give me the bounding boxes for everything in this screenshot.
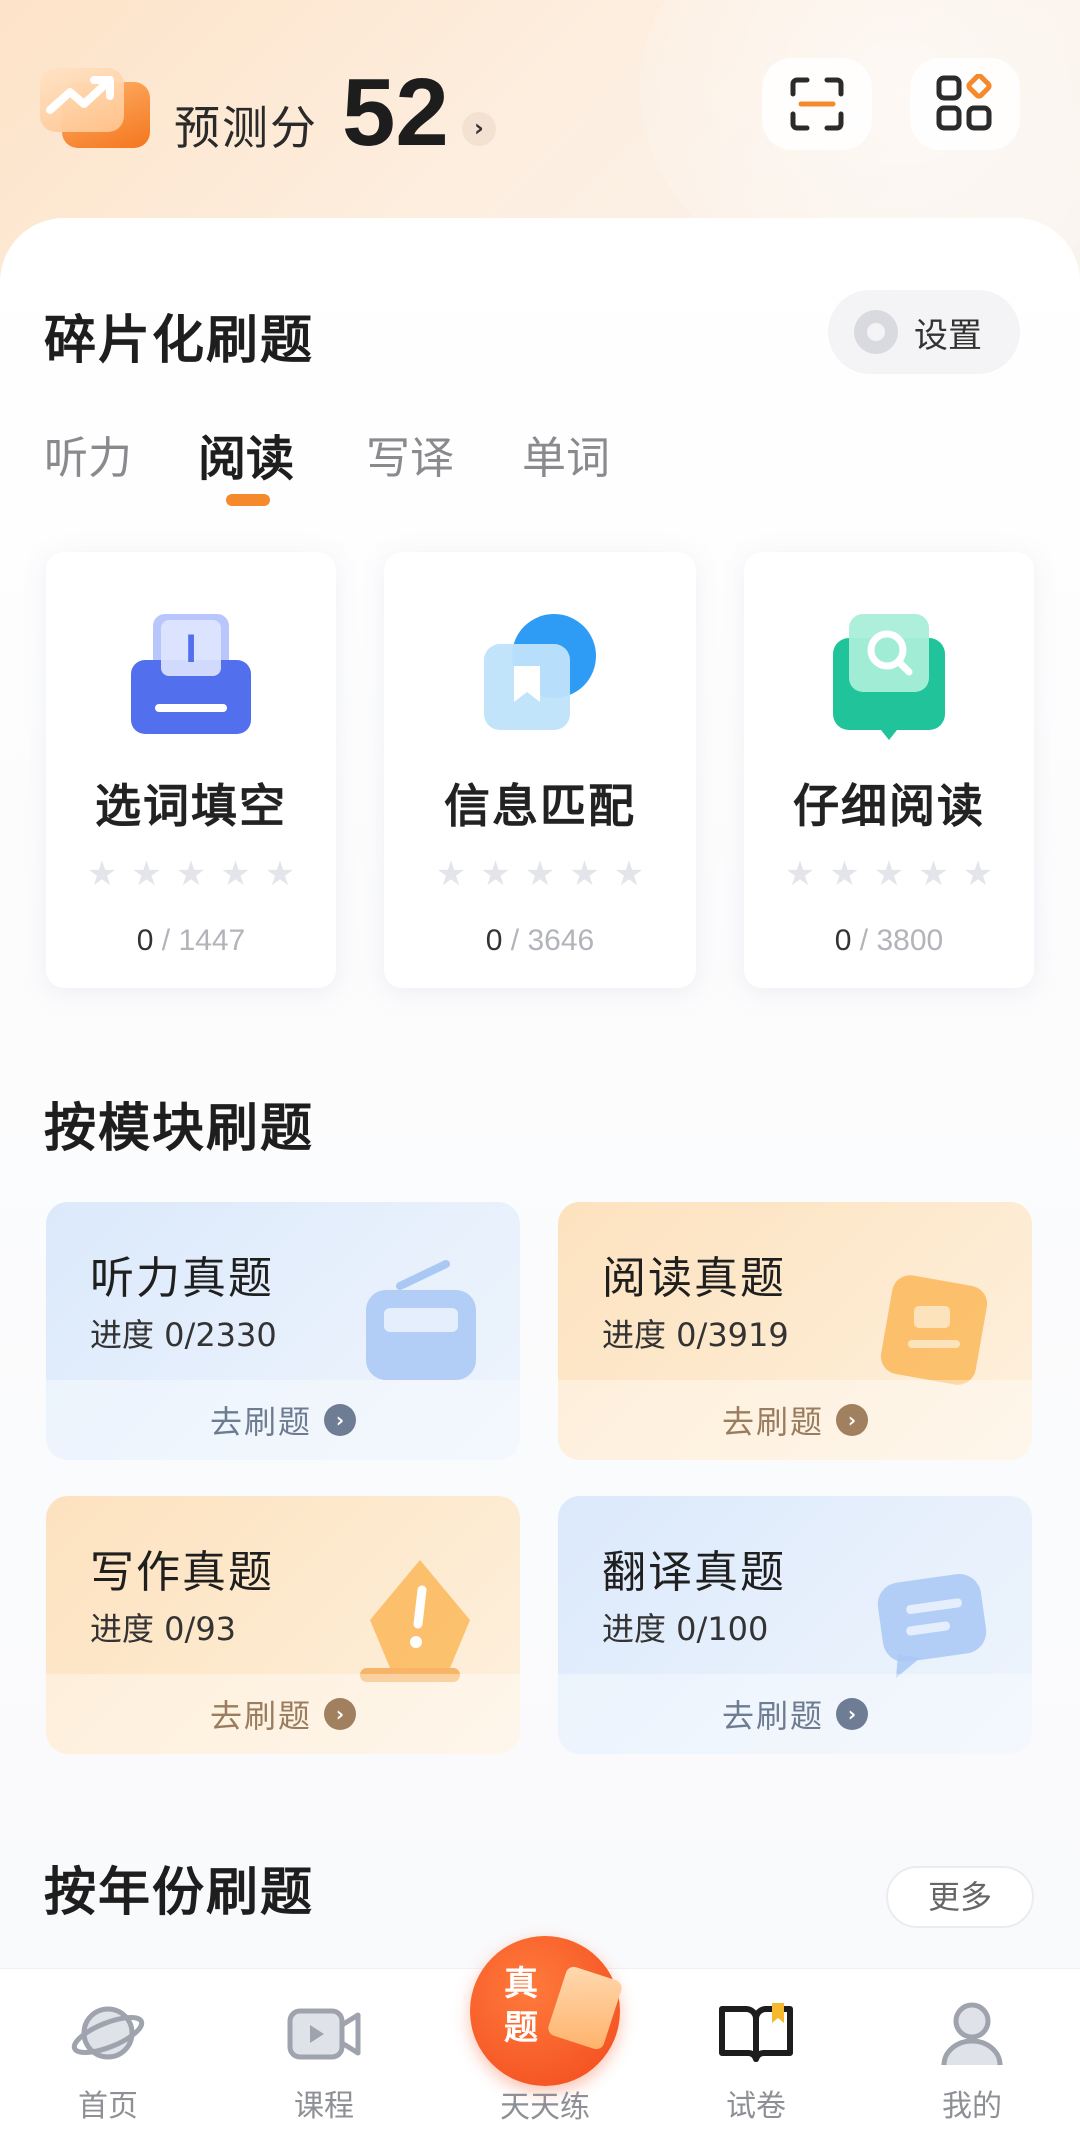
text-input-icon: I bbox=[131, 614, 251, 734]
nav-courses[interactable]: 课程 bbox=[244, 1969, 404, 2137]
chat-bubble-icon bbox=[877, 1573, 987, 1678]
module-progress: 进度 0/2330 bbox=[90, 1316, 277, 1354]
rating-stars: ★★★★★ bbox=[784, 854, 1008, 894]
fragment-card-word-fill[interactable]: I 选词填空 ★★★★★ 0 / 1447 bbox=[46, 552, 336, 988]
card-progress: 0 / 3646 bbox=[485, 924, 595, 957]
card-progress: 0 / 1447 bbox=[136, 924, 246, 957]
search-book-icon bbox=[833, 614, 945, 740]
trend-chart-icon[interactable] bbox=[40, 62, 152, 150]
more-button[interactable]: 更多 bbox=[886, 1866, 1034, 1928]
arrow-right-icon: › bbox=[324, 1698, 356, 1730]
module-card-reading[interactable]: 阅读真题 进度 0/3919 去刷题 › bbox=[558, 1202, 1032, 1460]
arrow-right-icon: › bbox=[324, 1404, 356, 1436]
card-title: 仔细阅读 bbox=[793, 779, 985, 833]
card-title: 信息匹配 bbox=[444, 779, 636, 833]
planet-icon bbox=[71, 2006, 145, 2060]
scan-button[interactable] bbox=[762, 58, 872, 150]
settings-label: 设置 bbox=[914, 315, 982, 356]
module-title: 听力真题 bbox=[90, 1253, 274, 1304]
daily-practice-icon bbox=[546, 1964, 624, 2052]
scan-icon bbox=[790, 77, 844, 131]
module-card-listening[interactable]: 听力真题 进度 0/2330 去刷题 › bbox=[46, 1202, 520, 1460]
tab-reading[interactable]: 阅读 bbox=[198, 419, 294, 489]
go-practice-button[interactable]: 去刷题 › bbox=[558, 1380, 1032, 1460]
go-practice-button[interactable]: 去刷题 › bbox=[46, 1674, 520, 1754]
nav-papers[interactable]: 试卷 bbox=[676, 1969, 836, 2137]
module-title: 阅读真题 bbox=[602, 1253, 786, 1304]
video-icon bbox=[287, 2008, 361, 2060]
daily-practice-button[interactable]: 真题 bbox=[470, 1936, 624, 2086]
module-section-title: 按模块刷题 bbox=[44, 1099, 315, 1159]
svg-text:I: I bbox=[185, 627, 196, 671]
rating-stars: ★★★★★ bbox=[435, 854, 659, 894]
arrow-right-icon: › bbox=[836, 1404, 868, 1436]
document-icon bbox=[880, 1275, 988, 1385]
fragment-section-title: 碎片化刷题 bbox=[44, 311, 315, 371]
fragment-card-careful-reading[interactable]: 仔细阅读 ★★★★★ 0 / 3800 bbox=[744, 552, 1034, 988]
tab-vocabulary[interactable]: 单词 bbox=[522, 422, 610, 486]
radio-icon bbox=[366, 1260, 476, 1380]
go-practice-button[interactable]: 去刷题 › bbox=[558, 1674, 1032, 1754]
tab-writing-translation[interactable]: 写译 bbox=[366, 422, 454, 486]
nav-profile[interactable]: 我的 bbox=[892, 1969, 1052, 2137]
module-progress: 进度 0/3919 bbox=[602, 1316, 789, 1354]
nav-home[interactable]: 首页 bbox=[28, 1969, 188, 2137]
daily-practice-badge: 真题 bbox=[504, 1964, 538, 2048]
module-progress: 进度 0/100 bbox=[602, 1610, 769, 1648]
go-practice-button[interactable]: 去刷题 › bbox=[46, 1380, 520, 1460]
person-icon bbox=[941, 2002, 1003, 2066]
module-progress: 进度 0/93 bbox=[90, 1610, 237, 1648]
bookmark-match-icon bbox=[484, 614, 596, 730]
open-book-icon bbox=[719, 2003, 793, 2062]
module-card-writing[interactable]: 写作真题 进度 0/93 去刷题 › bbox=[46, 1496, 520, 1754]
settings-button[interactable]: 设置 bbox=[828, 290, 1020, 374]
module-title: 写作真题 bbox=[90, 1547, 274, 1598]
apps-grid-icon bbox=[936, 74, 992, 131]
rating-stars: ★★★★★ bbox=[86, 854, 310, 894]
active-tab-indicator bbox=[226, 494, 270, 506]
chevron-right-icon[interactable]: › bbox=[462, 112, 496, 146]
pen-icon bbox=[360, 1560, 470, 1682]
card-title: 选词填空 bbox=[95, 779, 287, 833]
settings-icon bbox=[854, 310, 898, 354]
tab-listening[interactable]: 听力 bbox=[44, 422, 132, 486]
score-label[interactable]: 预测分 bbox=[174, 92, 318, 158]
fragment-card-info-match[interactable]: 信息匹配 ★★★★★ 0 / 3646 bbox=[384, 552, 696, 988]
apps-button[interactable] bbox=[910, 58, 1020, 150]
year-section-title: 按年份刷题 bbox=[44, 1863, 315, 1923]
card-progress: 0 / 3800 bbox=[834, 924, 944, 957]
nav-daily-practice-label[interactable]: 天天练 bbox=[470, 2082, 620, 2126]
score-value[interactable]: 52 bbox=[342, 58, 449, 168]
module-title: 翻译真题 bbox=[602, 1547, 786, 1598]
arrow-right-icon: › bbox=[836, 1698, 868, 1730]
header: 预测分 52 › bbox=[0, 0, 1080, 220]
module-card-translation[interactable]: 翻译真题 进度 0/100 去刷题 › bbox=[558, 1496, 1032, 1754]
